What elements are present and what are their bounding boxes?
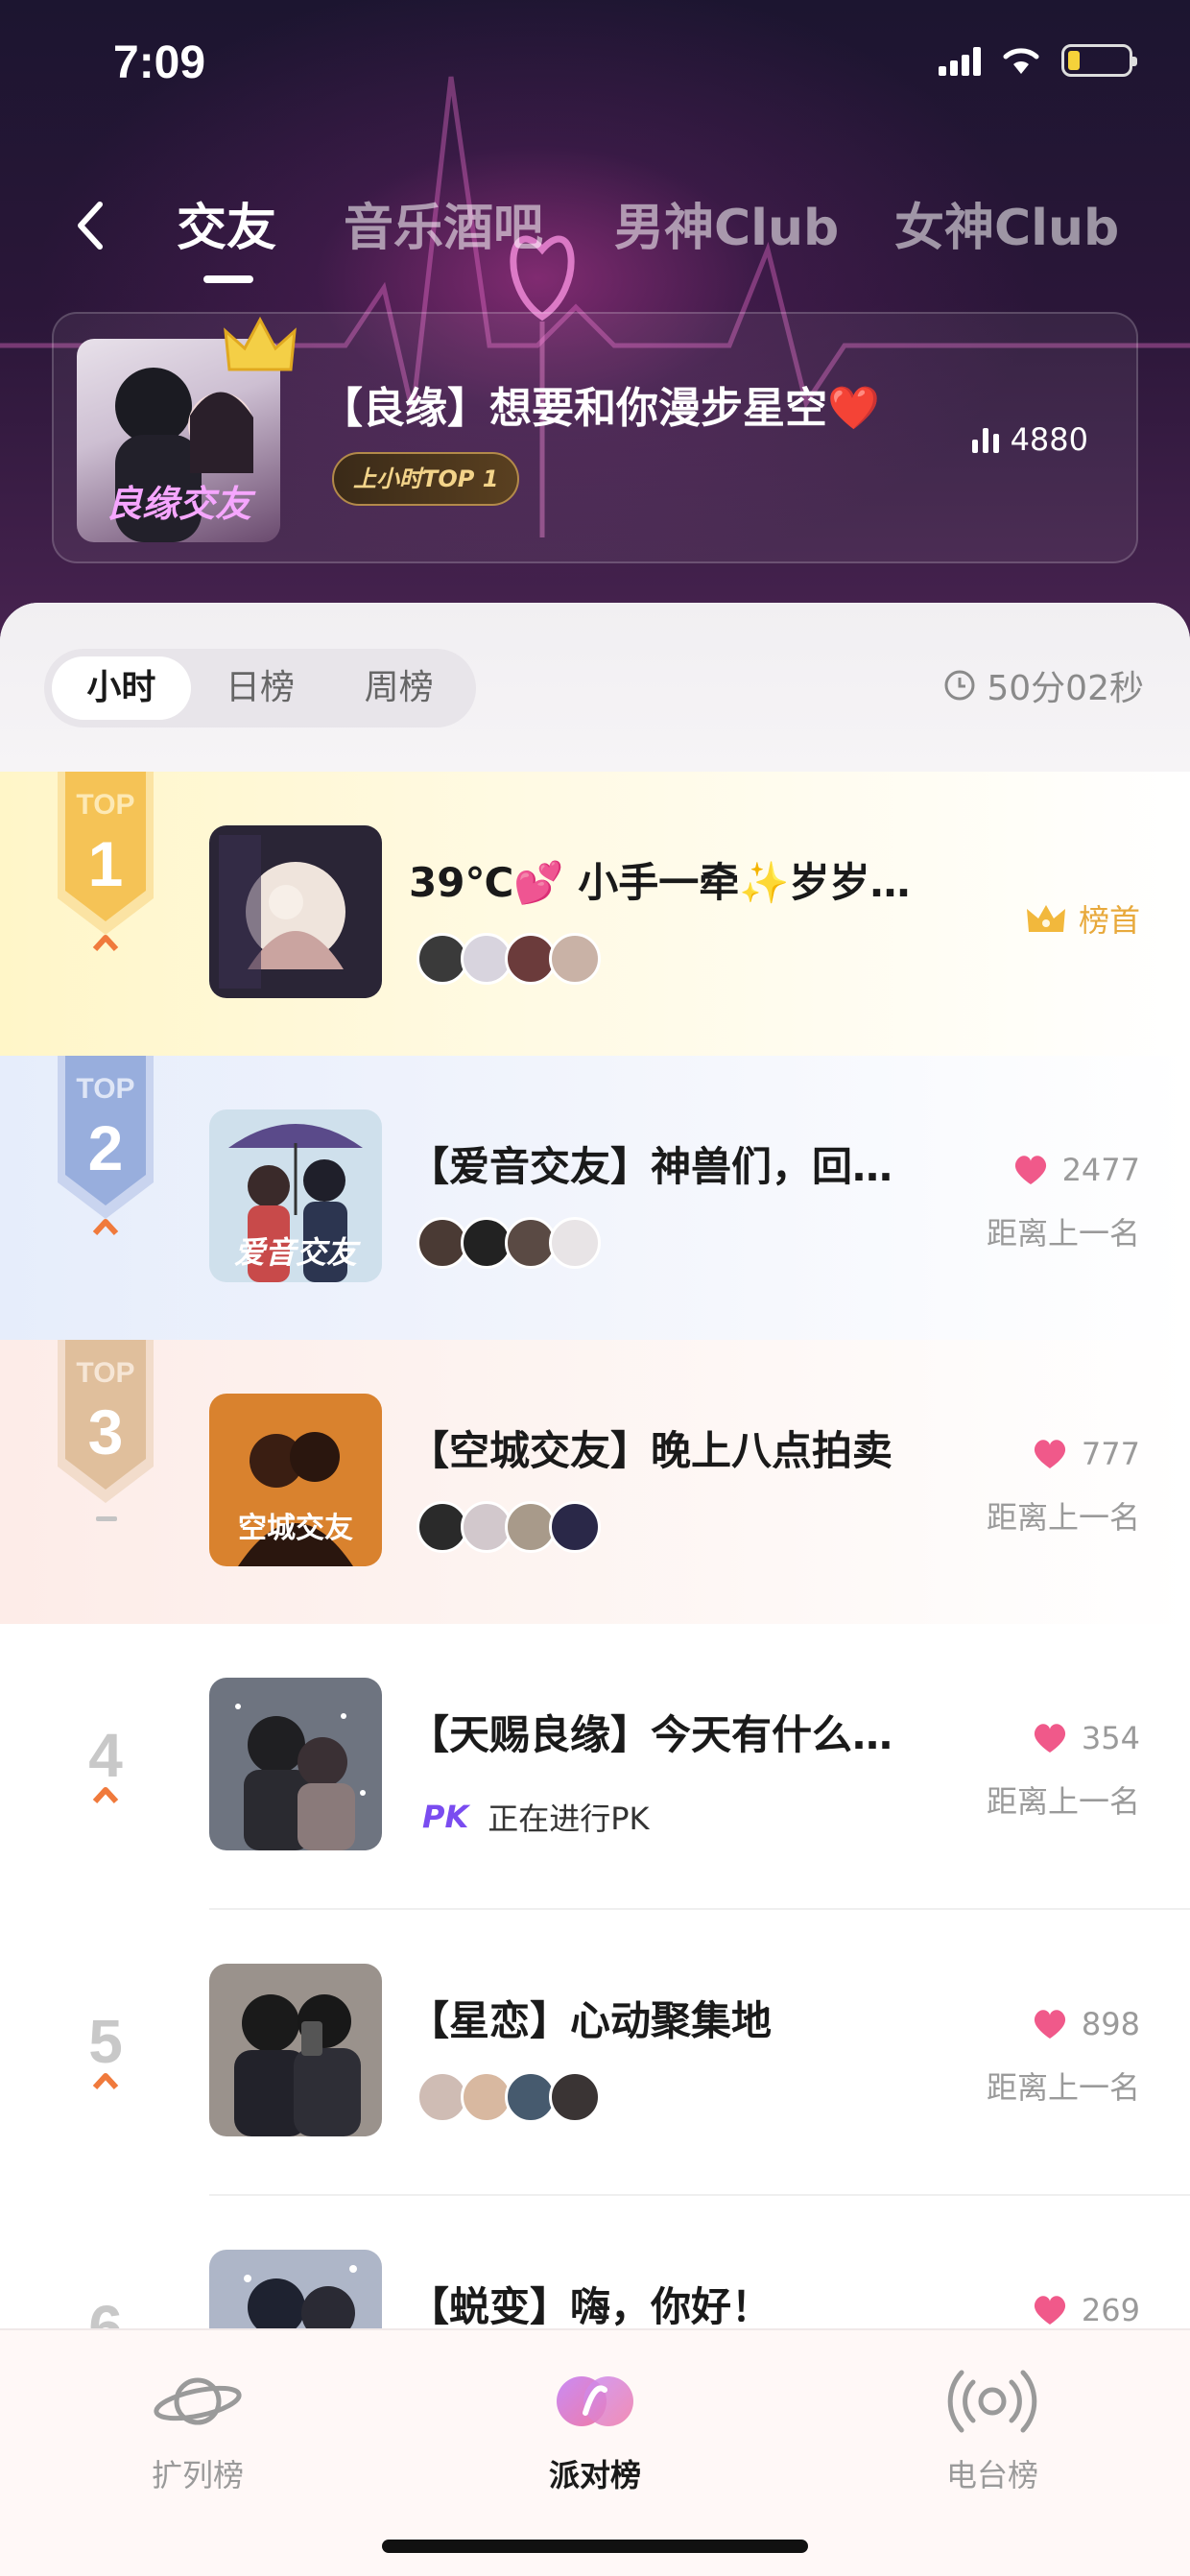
svg-text:TOP: TOP [76, 789, 134, 821]
featured-count-value: 4880 [1010, 421, 1088, 458]
rank-up-icon [92, 935, 119, 952]
nav-item-party[interactable]: 派对榜 [489, 2363, 701, 2495]
period-tab-hour[interactable]: 小时 [52, 656, 191, 720]
rank-unchanged-icon [96, 1516, 117, 1521]
tab-jiaoyou[interactable]: 交友 [177, 187, 276, 259]
rank-number: 2 [87, 1112, 124, 1183]
ranking-row[interactable]: 5 【星恋】心动聚集地 898 距离上一名 [0, 1910, 1190, 2194]
status-icons [939, 44, 1137, 77]
heart-icon [1034, 1440, 1065, 1468]
period-tab-week[interactable]: 周榜 [329, 656, 468, 720]
nav-label: 电台榜 [945, 2457, 1038, 2493]
room-name: 【星恋】心动聚集地 [409, 1997, 773, 2044]
heart-icon [1034, 1724, 1065, 1753]
tab-male-club[interactable]: 男神Club [614, 187, 839, 259]
tab-indicator [203, 275, 253, 283]
tab-female-club[interactable]: 女神Club [894, 187, 1119, 259]
clock-icon [944, 670, 975, 701]
member-avatars [416, 1501, 601, 1553]
room-score: 777 距离上一名 [986, 1436, 1140, 1536]
rank-number: 3 [87, 1396, 124, 1467]
room-score: 269 [1032, 2292, 1140, 2328]
room-cover [209, 825, 382, 998]
countdown-value: 50分02秒 [987, 669, 1144, 708]
heart-icon [1034, 2296, 1065, 2325]
member-avatars [416, 2071, 601, 2123]
cellular-signal-icon [939, 45, 981, 76]
heart-icon [1014, 1156, 1046, 1184]
svg-text:TOP: TOP [76, 1357, 134, 1389]
room-name: 【空城交友】晚上八点拍卖 [409, 1427, 893, 1474]
home-indicator [382, 2540, 808, 2553]
svg-text:TOP: TOP [76, 1073, 134, 1105]
nav-label: 派对榜 [548, 2457, 641, 2493]
rank-up-icon [92, 1787, 119, 1804]
ranking-panel: 小时 日榜 周榜 50分02秒 TOP 1 39℃💕 小手一牵✨岁岁… 榜首 T… [0, 603, 1190, 2576]
audio-bars-icon [971, 426, 999, 453]
featured-cover-text: 良缘交友 [106, 483, 256, 525]
heart-icon [1034, 2010, 1065, 2039]
planet-icon [154, 2377, 242, 2425]
rank-number: 1 [87, 828, 124, 899]
rank-number: 4 [88, 1721, 123, 1790]
category-tabs: 交友 音乐酒吧 男神Club 女神Club [0, 187, 1190, 283]
room-name: 39℃💕 小手一牵✨岁岁… [409, 859, 911, 906]
rank-number: 5 [88, 2007, 123, 2076]
room-cover: 爱音交友 [209, 1109, 382, 1282]
rank-up-icon [92, 2073, 119, 2090]
featured-room-count: 4880 [971, 421, 1088, 458]
featured-room-card[interactable]: 良缘交友 【良缘】想要和你漫步星空❤️ 上小时TOP 1 4880 [52, 312, 1138, 563]
room-score: 898 距离上一名 [986, 2006, 1140, 2106]
status-time: 7:09 [113, 37, 206, 88]
ranking-row[interactable]: 4 【天赐良缘】今天有什么… PK 正在进行PK 354 距离上一名 [0, 1624, 1190, 1908]
last-hour-top1-badge: 上小时TOP 1 [332, 452, 520, 506]
crown-icon [1026, 905, 1065, 932]
room-name: 【天赐良缘】今天有什么… [409, 1711, 893, 1758]
room-name: 【蜕变】嗨，你好！ [409, 2283, 773, 2330]
ranking-row[interactable]: TOP 1 39℃💕 小手一牵✨岁岁… 榜首 [0, 772, 1190, 1056]
room-cover [209, 1964, 382, 2136]
status-bar: 7:09 [0, 0, 1190, 125]
ranking-row[interactable]: TOP 2 爱音交友 【爱音交友】神兽们，回… 2477 距离上一名 [0, 1056, 1190, 1340]
nav-item-radio[interactable]: 电台榜 [887, 2363, 1098, 2495]
svg-text:空城交友: 空城交友 [238, 1512, 353, 1545]
radio-icon [947, 2370, 1037, 2433]
room-cover: 空城交友 [209, 1394, 382, 1566]
featured-room-title: 【良缘】想要和你漫步星空❤️ [321, 384, 880, 433]
nav-item-kuolie[interactable]: 扩列榜 [92, 2363, 303, 2495]
room-score: 354 距离上一名 [986, 1720, 1140, 1820]
room-cover [209, 1678, 382, 1850]
room-name: 【爱音交友】神兽们，回… [409, 1143, 893, 1190]
pk-status: PK 正在进行PK [422, 1799, 650, 1837]
wifi-icon [1003, 48, 1039, 74]
hero-header: 7:09 交友 音乐酒吧 男神Club 女神Club 良缘交友 【良缘】想要和你… [0, 0, 1190, 672]
nav-label: 扩列榜 [151, 2457, 244, 2493]
ranking-header: 小时 日榜 周榜 50分02秒 [0, 603, 1190, 775]
battery-icon [1061, 44, 1137, 77]
period-tab-day[interactable]: 日榜 [191, 656, 330, 720]
ranking-row[interactable]: TOP 3 空城交友 【空城交友】晚上八点拍卖 777 距离上一名 [0, 1340, 1190, 1624]
back-arrow-icon[interactable] [63, 197, 121, 254]
tab-music-bar[interactable]: 音乐酒吧 [344, 187, 543, 259]
pk-icon: PK [422, 1799, 469, 1835]
member-avatars [416, 933, 601, 985]
room-score: 2477 距离上一名 [986, 1152, 1140, 1252]
countdown-timer: 50分02秒 [942, 660, 1144, 710]
crown-icon [224, 316, 297, 371]
rank-up-icon [92, 1219, 119, 1236]
period-segmented-control: 小时 日榜 周榜 [44, 649, 476, 727]
party-icon [557, 2376, 633, 2426]
member-avatars [416, 1217, 601, 1269]
top-rank-label: 榜首 [1025, 896, 1140, 941]
svg-text:爱音交友: 爱音交友 [234, 1234, 361, 1271]
